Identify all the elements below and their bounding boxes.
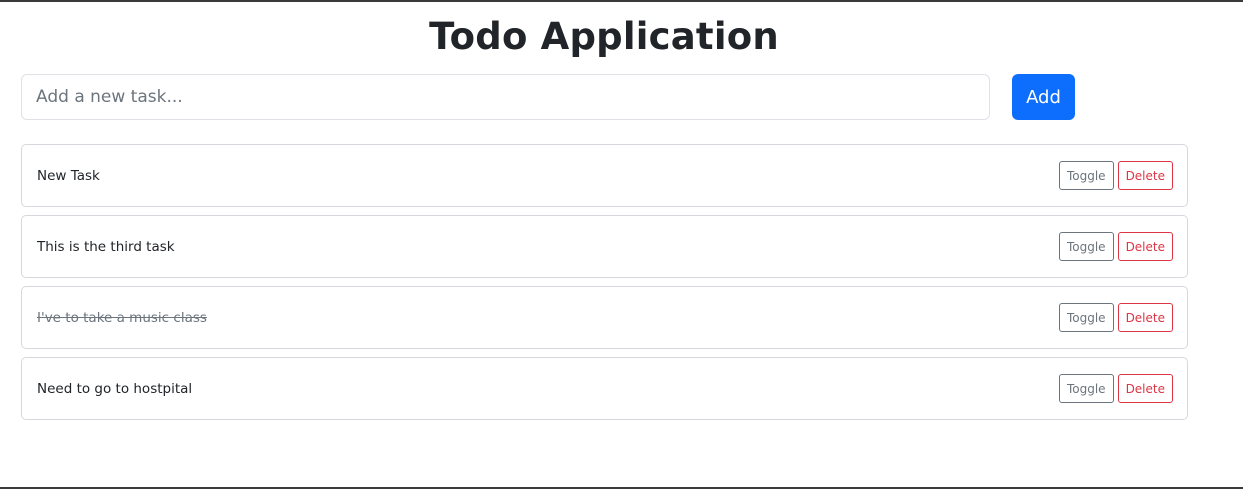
delete-button[interactable]: Delete [1117, 303, 1173, 332]
task-actions: Toggle Delete [1058, 303, 1173, 332]
task-item: Need to go to hostpital Toggle Delete [21, 357, 1188, 420]
task-text: This is the third task [37, 238, 175, 255]
task-item: New Task Toggle Delete [21, 144, 1188, 207]
toggle-button[interactable]: Toggle [1058, 374, 1114, 403]
delete-button[interactable]: Delete [1117, 374, 1173, 403]
delete-button[interactable]: Delete [1117, 161, 1173, 190]
task-actions: Toggle Delete [1058, 161, 1173, 190]
task-text: New Task [37, 167, 100, 184]
task-actions: Toggle Delete [1058, 232, 1173, 261]
add-task-button[interactable]: Add [1012, 74, 1075, 120]
task-list: New Task Toggle Delete This is the third… [21, 144, 1188, 428]
task-text: Need to go to hostpital [37, 380, 193, 397]
new-task-input[interactable] [21, 74, 990, 120]
toggle-button[interactable]: Toggle [1058, 161, 1114, 190]
toggle-button[interactable]: Toggle [1058, 232, 1114, 261]
page-title: Todo Application [429, 15, 779, 58]
delete-button[interactable]: Delete [1117, 232, 1173, 261]
task-item: This is the third task Toggle Delete [21, 215, 1188, 278]
task-actions: Toggle Delete [1058, 374, 1173, 403]
task-text: I've to take a music class [37, 309, 207, 326]
toggle-button[interactable]: Toggle [1058, 303, 1114, 332]
task-item: I've to take a music class Toggle Delete [21, 286, 1188, 349]
